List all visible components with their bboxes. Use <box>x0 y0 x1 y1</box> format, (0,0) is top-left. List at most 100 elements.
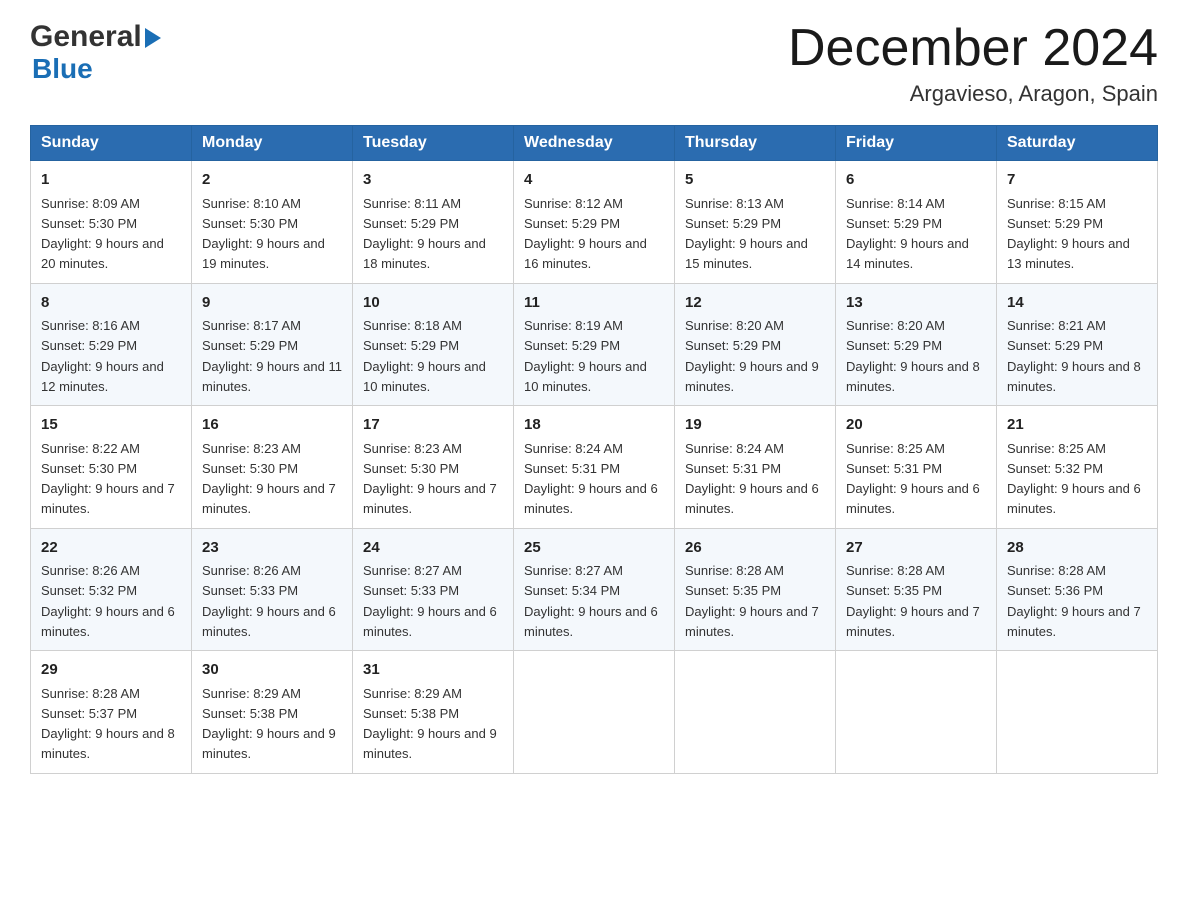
day-info: Sunrise: 8:18 AMSunset: 5:29 PMDaylight:… <box>363 318 486 394</box>
calendar-cell: 25Sunrise: 8:27 AMSunset: 5:34 PMDayligh… <box>514 528 675 651</box>
week-row-5: 29 Sunrise: 8:28 AMSunset: 5:37 PMDayligh… <box>31 651 1158 774</box>
day-number: 16 <box>202 414 342 437</box>
calendar-cell: 9 Sunrise: 8:17 AMSunset: 5:29 PMDaylight… <box>192 283 353 406</box>
day-info: Sunrise: 8:15 AMSunset: 5:29 PMDaylight:… <box>1007 196 1130 272</box>
day-number: 23 <box>202 537 342 560</box>
day-number: 17 <box>363 414 503 437</box>
calendar-cell: 12 Sunrise: 8:20 AMSunset: 5:29 PMDayligh… <box>675 283 836 406</box>
day-number: 18 <box>524 414 664 437</box>
week-row-4: 22 Sunrise: 8:26 AMSunset: 5:32 PMDayligh… <box>31 528 1158 651</box>
calendar-cell: 22 Sunrise: 8:26 AMSunset: 5:32 PMDayligh… <box>31 528 192 651</box>
header-cell-thursday: Thursday <box>675 126 836 161</box>
month-title: December 2024 <box>788 20 1158 77</box>
calendar-cell: 29 Sunrise: 8:28 AMSunset: 5:37 PMDayligh… <box>31 651 192 774</box>
calendar-cell: 16 Sunrise: 8:23 AMSunset: 5:30 PMDayligh… <box>192 406 353 529</box>
day-number: 22 <box>41 537 181 560</box>
calendar-cell: 3Sunrise: 8:11 AMSunset: 5:29 PMDaylight… <box>353 161 514 284</box>
day-info: Sunrise: 8:28 AMSunset: 5:37 PMDaylight:… <box>41 686 175 762</box>
calendar-cell: 10Sunrise: 8:18 AMSunset: 5:29 PMDayligh… <box>353 283 514 406</box>
calendar-table: SundayMondayTuesdayWednesdayThursdayFrid… <box>30 125 1158 774</box>
day-info: Sunrise: 8:23 AMSunset: 5:30 PMDaylight:… <box>363 441 497 517</box>
day-number: 8 <box>41 292 181 315</box>
calendar-cell <box>997 651 1158 774</box>
day-number: 27 <box>846 537 986 560</box>
calendar-cell: 8 Sunrise: 8:16 AMSunset: 5:29 PMDaylight… <box>31 283 192 406</box>
day-info: Sunrise: 8:28 AMSunset: 5:35 PMDaylight:… <box>846 563 980 639</box>
logo-name2: Blue <box>32 54 93 85</box>
day-info: Sunrise: 8:22 AMSunset: 5:30 PMDaylight:… <box>41 441 175 517</box>
day-info: Sunrise: 8:27 AMSunset: 5:33 PMDaylight:… <box>363 563 497 639</box>
day-number: 24 <box>363 537 503 560</box>
day-number: 5 <box>685 169 825 192</box>
day-info: Sunrise: 8:13 AMSunset: 5:29 PMDaylight:… <box>685 196 808 272</box>
calendar-cell: 19Sunrise: 8:24 AMSunset: 5:31 PMDayligh… <box>675 406 836 529</box>
calendar-cell: 20 Sunrise: 8:25 AMSunset: 5:31 PMDayligh… <box>836 406 997 529</box>
day-number: 28 <box>1007 537 1147 560</box>
calendar-cell: 27 Sunrise: 8:28 AMSunset: 5:35 PMDayligh… <box>836 528 997 651</box>
calendar-cell: 24 Sunrise: 8:27 AMSunset: 5:33 PMDayligh… <box>353 528 514 651</box>
title-block: December 2024 Argavieso, Aragon, Spain <box>788 20 1158 107</box>
day-number: 20 <box>846 414 986 437</box>
day-info: Sunrise: 8:27 AMSunset: 5:34 PMDaylight:… <box>524 563 658 639</box>
calendar-cell: 21Sunrise: 8:25 AMSunset: 5:32 PMDayligh… <box>997 406 1158 529</box>
calendar-cell: 5 Sunrise: 8:13 AMSunset: 5:29 PMDaylight… <box>675 161 836 284</box>
day-number: 31 <box>363 659 503 682</box>
header-cell-friday: Friday <box>836 126 997 161</box>
logo-name: General <box>30 20 142 54</box>
calendar-cell: 30Sunrise: 8:29 AMSunset: 5:38 PMDayligh… <box>192 651 353 774</box>
day-info: Sunrise: 8:26 AMSunset: 5:33 PMDaylight:… <box>202 563 336 639</box>
day-number: 4 <box>524 169 664 192</box>
calendar-cell: 23 Sunrise: 8:26 AMSunset: 5:33 PMDayligh… <box>192 528 353 651</box>
day-info: Sunrise: 8:28 AMSunset: 5:35 PMDaylight:… <box>685 563 819 639</box>
day-number: 3 <box>363 169 503 192</box>
calendar-cell: 28 Sunrise: 8:28 AMSunset: 5:36 PMDayligh… <box>997 528 1158 651</box>
calendar-cell: 18 Sunrise: 8:24 AMSunset: 5:31 PMDayligh… <box>514 406 675 529</box>
header-cell-monday: Monday <box>192 126 353 161</box>
calendar-cell <box>675 651 836 774</box>
day-info: Sunrise: 8:25 AMSunset: 5:31 PMDaylight:… <box>846 441 980 517</box>
calendar-cell <box>836 651 997 774</box>
day-info: Sunrise: 8:23 AMSunset: 5:30 PMDaylight:… <box>202 441 336 517</box>
header-cell-tuesday: Tuesday <box>353 126 514 161</box>
day-info: Sunrise: 8:16 AMSunset: 5:29 PMDaylight:… <box>41 318 164 394</box>
week-row-2: 8 Sunrise: 8:16 AMSunset: 5:29 PMDaylight… <box>31 283 1158 406</box>
calendar-cell: 1 Sunrise: 8:09 AMSunset: 5:30 PMDaylight… <box>31 161 192 284</box>
day-info: Sunrise: 8:12 AMSunset: 5:29 PMDaylight:… <box>524 196 647 272</box>
day-info: Sunrise: 8:24 AMSunset: 5:31 PMDaylight:… <box>524 441 658 517</box>
day-number: 19 <box>685 414 825 437</box>
calendar-cell: 2 Sunrise: 8:10 AMSunset: 5:30 PMDaylight… <box>192 161 353 284</box>
day-number: 12 <box>685 292 825 315</box>
calendar-cell: 13Sunrise: 8:20 AMSunset: 5:29 PMDayligh… <box>836 283 997 406</box>
day-info: Sunrise: 8:20 AMSunset: 5:29 PMDaylight:… <box>685 318 819 394</box>
calendar-cell: 26 Sunrise: 8:28 AMSunset: 5:35 PMDayligh… <box>675 528 836 651</box>
week-row-1: 1 Sunrise: 8:09 AMSunset: 5:30 PMDaylight… <box>31 161 1158 284</box>
location: Argavieso, Aragon, Spain <box>788 81 1158 107</box>
day-info: Sunrise: 8:10 AMSunset: 5:30 PMDaylight:… <box>202 196 325 272</box>
header-cell-wednesday: Wednesday <box>514 126 675 161</box>
header-cell-saturday: Saturday <box>997 126 1158 161</box>
day-number: 26 <box>685 537 825 560</box>
calendar-cell <box>514 651 675 774</box>
day-number: 14 <box>1007 292 1147 315</box>
day-number: 29 <box>41 659 181 682</box>
calendar-header: SundayMondayTuesdayWednesdayThursdayFrid… <box>31 126 1158 161</box>
calendar-cell: 4 Sunrise: 8:12 AMSunset: 5:29 PMDaylight… <box>514 161 675 284</box>
day-number: 7 <box>1007 169 1147 192</box>
logo: General Blue <box>30 20 161 85</box>
day-info: Sunrise: 8:20 AMSunset: 5:29 PMDaylight:… <box>846 318 980 394</box>
calendar-cell: 15Sunrise: 8:22 AMSunset: 5:30 PMDayligh… <box>31 406 192 529</box>
day-info: Sunrise: 8:09 AMSunset: 5:30 PMDaylight:… <box>41 196 164 272</box>
day-info: Sunrise: 8:21 AMSunset: 5:29 PMDaylight:… <box>1007 318 1141 394</box>
day-number: 9 <box>202 292 342 315</box>
calendar-cell: 17 Sunrise: 8:23 AMSunset: 5:30 PMDayligh… <box>353 406 514 529</box>
calendar-cell: 11Sunrise: 8:19 AMSunset: 5:29 PMDayligh… <box>514 283 675 406</box>
day-info: Sunrise: 8:26 AMSunset: 5:32 PMDaylight:… <box>41 563 175 639</box>
day-info: Sunrise: 8:28 AMSunset: 5:36 PMDaylight:… <box>1007 563 1141 639</box>
header-row: SundayMondayTuesdayWednesdayThursdayFrid… <box>31 126 1158 161</box>
logo-arrow-icon <box>145 28 161 48</box>
day-number: 2 <box>202 169 342 192</box>
day-number: 11 <box>524 292 664 315</box>
day-info: Sunrise: 8:14 AMSunset: 5:29 PMDaylight:… <box>846 196 969 272</box>
day-number: 1 <box>41 169 181 192</box>
day-info: Sunrise: 8:17 AMSunset: 5:29 PMDaylight:… <box>202 318 342 394</box>
